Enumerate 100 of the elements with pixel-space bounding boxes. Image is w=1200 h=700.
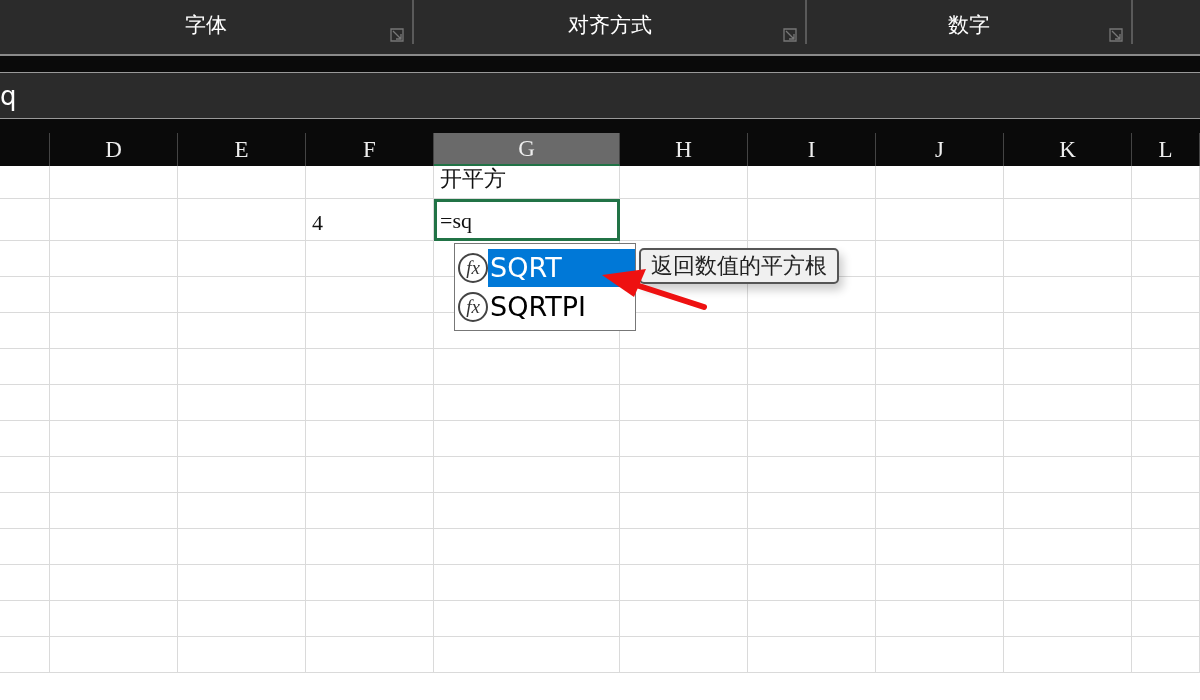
column-header[interactable]: K <box>1004 133 1132 166</box>
function-item[interactable]: SQRTPI <box>488 287 635 326</box>
empty-cell[interactable] <box>1132 493 1200 529</box>
empty-cell[interactable] <box>1132 565 1200 601</box>
empty-cell[interactable] <box>1132 421 1200 457</box>
empty-cell[interactable] <box>748 565 876 601</box>
column-header[interactable]: E <box>178 133 306 166</box>
empty-cell[interactable] <box>1004 565 1132 601</box>
empty-cell[interactable] <box>748 313 876 349</box>
empty-cell[interactable] <box>748 493 876 529</box>
empty-cell[interactable] <box>178 241 306 277</box>
empty-cell[interactable] <box>50 277 178 313</box>
empty-cell[interactable] <box>50 565 178 601</box>
empty-cell[interactable] <box>0 457 50 493</box>
empty-cell[interactable] <box>876 385 1004 421</box>
empty-cell[interactable] <box>0 166 50 199</box>
empty-cell[interactable] <box>1004 493 1132 529</box>
empty-cell[interactable] <box>306 313 434 349</box>
empty-cell[interactable] <box>178 457 306 493</box>
empty-cell[interactable] <box>748 601 876 637</box>
empty-cell[interactable] <box>0 313 50 349</box>
empty-cell[interactable] <box>0 385 50 421</box>
column-header[interactable]: D <box>50 133 178 166</box>
empty-cell[interactable] <box>50 457 178 493</box>
empty-cell[interactable] <box>876 349 1004 385</box>
empty-cell[interactable] <box>50 529 178 565</box>
empty-cell[interactable] <box>620 421 748 457</box>
empty-cell[interactable] <box>1132 601 1200 637</box>
empty-cell[interactable] <box>748 457 876 493</box>
empty-cell[interactable] <box>1004 385 1132 421</box>
empty-cell[interactable] <box>306 565 434 601</box>
column-header[interactable]: J <box>876 133 1004 166</box>
empty-cell[interactable] <box>1004 421 1132 457</box>
empty-cell[interactable] <box>178 493 306 529</box>
empty-cell[interactable] <box>306 601 434 637</box>
dialog-launcher-icon[interactable] <box>390 28 404 42</box>
empty-cell[interactable] <box>1004 241 1132 277</box>
empty-cell[interactable] <box>178 166 306 199</box>
empty-cell[interactable] <box>876 241 1004 277</box>
empty-cell[interactable] <box>876 421 1004 457</box>
empty-cell[interactable] <box>178 313 306 349</box>
empty-cell[interactable] <box>1132 637 1200 673</box>
empty-cell[interactable] <box>0 349 50 385</box>
empty-cell[interactable] <box>876 637 1004 673</box>
empty-cell[interactable] <box>434 529 620 565</box>
empty-cell[interactable] <box>434 637 620 673</box>
empty-cell[interactable] <box>434 565 620 601</box>
empty-cell[interactable] <box>748 385 876 421</box>
empty-cell[interactable] <box>1132 277 1200 313</box>
empty-cell[interactable] <box>1004 637 1132 673</box>
empty-cell[interactable] <box>178 349 306 385</box>
empty-cell[interactable] <box>306 166 434 199</box>
empty-cell[interactable] <box>748 529 876 565</box>
empty-cell[interactable] <box>178 385 306 421</box>
empty-cell[interactable] <box>1132 199 1200 241</box>
empty-cell[interactable] <box>50 241 178 277</box>
empty-cell[interactable] <box>1004 166 1132 199</box>
empty-cell[interactable] <box>434 493 620 529</box>
empty-cell[interactable] <box>306 637 434 673</box>
empty-cell[interactable] <box>178 637 306 673</box>
empty-cell[interactable] <box>748 637 876 673</box>
empty-cell[interactable] <box>1132 241 1200 277</box>
empty-cell[interactable] <box>50 385 178 421</box>
empty-cell[interactable] <box>876 313 1004 349</box>
empty-cell[interactable] <box>1004 601 1132 637</box>
dialog-launcher-icon[interactable] <box>783 28 797 42</box>
empty-cell[interactable] <box>50 199 178 241</box>
editing-cell[interactable]: =sq <box>434 199 620 241</box>
empty-cell[interactable] <box>0 529 50 565</box>
empty-cell[interactable] <box>1004 313 1132 349</box>
empty-cell[interactable] <box>620 601 748 637</box>
column-header[interactable]: H <box>620 133 748 166</box>
empty-cell[interactable] <box>876 601 1004 637</box>
empty-cell[interactable] <box>620 637 748 673</box>
empty-cell[interactable] <box>748 166 876 199</box>
empty-cell[interactable] <box>434 601 620 637</box>
empty-cell[interactable] <box>306 493 434 529</box>
empty-cell[interactable] <box>876 565 1004 601</box>
empty-cell[interactable] <box>0 421 50 457</box>
empty-cell[interactable] <box>1004 199 1132 241</box>
empty-cell[interactable] <box>178 277 306 313</box>
empty-cell[interactable] <box>876 166 1004 199</box>
empty-cell[interactable] <box>1004 349 1132 385</box>
empty-cell[interactable] <box>0 601 50 637</box>
column-header[interactable] <box>0 133 50 166</box>
empty-cell[interactable] <box>1132 529 1200 565</box>
empty-cell[interactable] <box>50 166 178 199</box>
empty-cell[interactable] <box>0 277 50 313</box>
column-header[interactable]: L <box>1132 133 1200 166</box>
empty-cell[interactable] <box>50 421 178 457</box>
empty-cell[interactable] <box>434 421 620 457</box>
empty-cell[interactable] <box>434 385 620 421</box>
empty-cell[interactable] <box>1004 457 1132 493</box>
empty-cell[interactable] <box>0 493 50 529</box>
empty-cell[interactable] <box>306 277 434 313</box>
empty-cell[interactable] <box>306 529 434 565</box>
empty-cell[interactable] <box>1132 457 1200 493</box>
empty-cell[interactable] <box>620 457 748 493</box>
empty-cell[interactable] <box>434 349 620 385</box>
empty-cell[interactable] <box>1004 529 1132 565</box>
